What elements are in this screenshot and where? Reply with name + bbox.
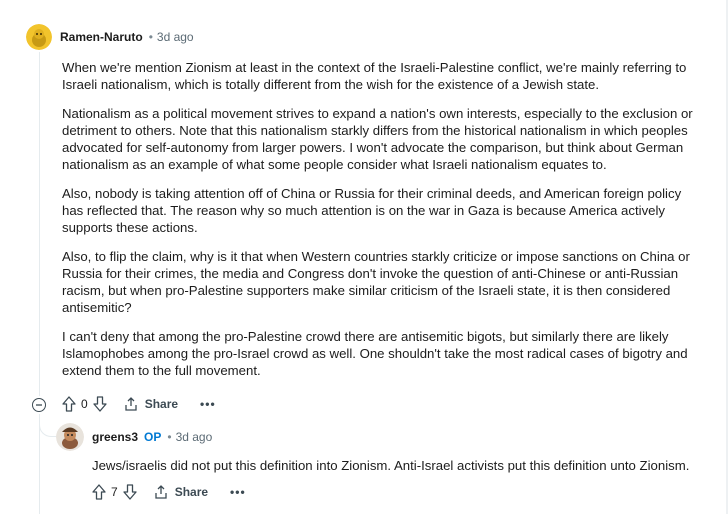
reply-connector	[39, 414, 56, 437]
comment-paragraph: Nationalism as a political movement stri…	[62, 106, 693, 172]
op-badge: OP	[144, 430, 162, 444]
share-label: Share	[174, 485, 209, 499]
upvote-button[interactable]	[92, 484, 106, 500]
separator: •	[148, 30, 153, 44]
avatar[interactable]	[26, 24, 52, 50]
comment-header: Ramen-Naruto • 3d ago	[26, 24, 194, 50]
separator: •	[167, 430, 172, 444]
more-options-button[interactable]: •••	[200, 397, 216, 411]
snoo-avatar-icon	[26, 24, 52, 50]
upvote-button[interactable]	[62, 396, 76, 412]
collapse-button[interactable]	[32, 398, 46, 412]
share-icon	[155, 485, 167, 499]
thread-line[interactable]	[39, 52, 40, 396]
reply-body: Jews/israelis did not put this definitio…	[92, 457, 712, 486]
downvote-icon	[93, 396, 107, 412]
thread-line-reply[interactable]	[39, 420, 40, 514]
reply-author[interactable]: greens3	[92, 430, 138, 444]
reply-actions: 7 Share •••	[92, 484, 246, 500]
minus-icon	[36, 404, 42, 406]
comment-actions: 0 Share •••	[62, 396, 216, 412]
vote-count: 7	[111, 485, 118, 499]
vote-count: 0	[81, 397, 88, 411]
user-avatar-icon	[56, 423, 84, 451]
share-button[interactable]: Share	[123, 396, 178, 412]
comment-body: When we're mention Zionism at least in t…	[62, 59, 702, 391]
downvote-icon	[123, 484, 137, 500]
reply-time[interactable]: 3d ago	[176, 430, 213, 444]
comment-author[interactable]: Ramen-Naruto	[60, 30, 143, 44]
comment-time[interactable]: 3d ago	[157, 30, 194, 44]
reply-header: greens3 OP • 3d ago	[56, 423, 212, 451]
comment-paragraph: Also, to flip the claim, why is it that …	[62, 249, 690, 315]
avatar[interactable]	[56, 423, 84, 451]
share-icon	[125, 397, 137, 411]
comment-paragraph: I can't deny that among the pro-Palestin…	[62, 329, 688, 378]
comment-paragraph: When we're mention Zionism at least in t…	[62, 60, 687, 92]
downvote-button[interactable]	[93, 396, 107, 412]
upvote-icon	[62, 396, 76, 412]
downvote-button[interactable]	[123, 484, 137, 500]
upvote-icon	[92, 484, 106, 500]
comment-paragraph: Also, nobody is taking attention off of …	[62, 186, 682, 235]
share-label: Share	[144, 397, 179, 411]
more-options-button[interactable]: •••	[230, 485, 246, 499]
share-button[interactable]: Share	[153, 484, 208, 500]
reply-paragraph: Jews/israelis did not put this definitio…	[92, 458, 690, 473]
